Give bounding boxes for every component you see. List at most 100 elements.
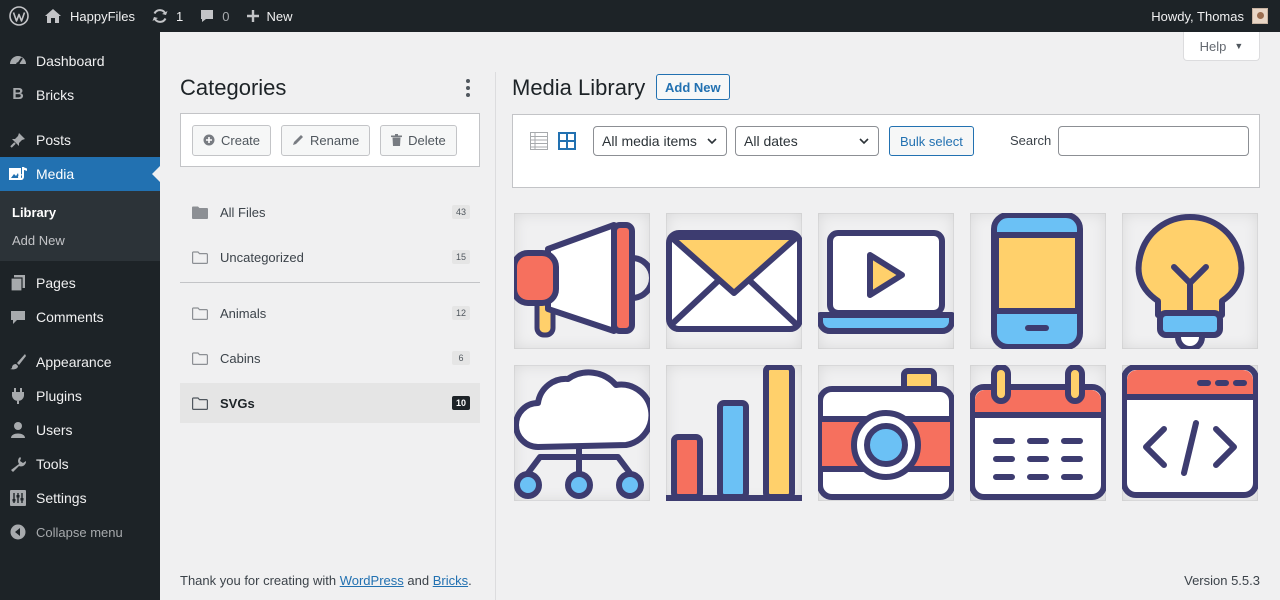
grid-view-icon[interactable]	[558, 132, 576, 153]
category-label: Animals	[220, 305, 267, 321]
rename-category-button[interactable]: Rename	[281, 124, 371, 156]
bulk-select-button[interactable]: Bulk select	[889, 126, 974, 156]
caret-down-icon: ▼	[1234, 41, 1244, 51]
folder-icon	[192, 306, 208, 320]
footer-text: .	[468, 573, 472, 588]
divider	[180, 282, 480, 283]
submenu-library[interactable]: Library	[0, 198, 160, 226]
category-count: 10	[452, 396, 470, 410]
folder-icon	[192, 250, 208, 264]
comments-icon	[8, 307, 28, 327]
settings-icon	[8, 488, 28, 508]
howdy-text: Howdy, Thomas	[1151, 8, 1244, 24]
media-toolbar: All media items All dates Bulk select Se…	[512, 114, 1260, 188]
sidebar-item-comments[interactable]: Comments	[0, 300, 160, 334]
category-cabins[interactable]: Cabins 6	[180, 338, 480, 378]
media-attachment[interactable]	[1122, 365, 1258, 501]
category-actions: Create Rename Delete	[180, 113, 480, 167]
panel-divider	[495, 72, 496, 600]
sidebar-item-plugins[interactable]: Plugins	[0, 379, 160, 413]
sidebar-label: Plugins	[36, 388, 82, 404]
bricks-link[interactable]: Bricks	[433, 573, 468, 588]
my-account-link[interactable]: Howdy, Thomas	[1143, 0, 1280, 32]
sidebar-label: Pages	[36, 275, 76, 291]
chevron-down-icon	[859, 138, 869, 145]
add-new-media-button[interactable]: Add New	[656, 74, 730, 100]
sidebar-item-tools[interactable]: Tools	[0, 447, 160, 481]
media-attachment[interactable]	[666, 365, 802, 501]
wrench-icon	[8, 454, 28, 474]
help-label: Help	[1199, 38, 1227, 54]
category-svgs[interactable]: SVGs 10	[180, 383, 480, 423]
sidebar-item-posts[interactable]: Posts	[0, 123, 160, 157]
media-attachment[interactable]	[1122, 213, 1258, 349]
media-attachment[interactable]	[666, 213, 802, 349]
category-uncategorized[interactable]: Uncategorized 15	[180, 237, 480, 277]
plug-icon	[8, 386, 28, 406]
folder-icon	[192, 351, 208, 365]
updates-link[interactable]: 1	[143, 0, 191, 32]
wordpress-link[interactable]: WordPress	[340, 573, 404, 588]
sidebar-item-users[interactable]: Users	[0, 413, 160, 447]
dashboard-icon	[8, 51, 28, 71]
sidebar-label: Media	[36, 166, 75, 182]
rename-label: Rename	[310, 132, 360, 148]
collapse-label: Collapse menu	[36, 524, 123, 540]
category-all-files[interactable]: All Files 43	[180, 192, 480, 232]
lightbulb-icon	[1135, 214, 1245, 349]
category-count: 12	[452, 306, 470, 320]
version-text: Version 5.5.3	[1184, 573, 1260, 588]
new-content-link[interactable]: New	[238, 0, 301, 32]
sidebar-item-pages[interactable]: Pages	[0, 266, 160, 300]
home-icon	[45, 9, 61, 23]
media-attachment[interactable]	[970, 213, 1106, 349]
pages-icon	[8, 273, 28, 293]
plus-icon	[246, 10, 259, 22]
sidebar-item-dashboard[interactable]: Dashboard	[0, 44, 160, 78]
cloud-network-icon	[514, 369, 650, 499]
media-attachment[interactable]	[970, 365, 1106, 501]
category-animals[interactable]: Animals 12	[180, 293, 480, 333]
wordpress-logo-icon[interactable]	[2, 0, 36, 32]
delete-category-button[interactable]: Delete	[380, 124, 457, 156]
sidebar-item-appearance[interactable]: Appearance	[0, 345, 160, 379]
media-attachment[interactable]	[514, 213, 650, 349]
category-count: 43	[452, 205, 470, 219]
envelope-icon	[666, 230, 802, 332]
category-list: All Files 43 Uncategorized 15 Animals 12…	[180, 192, 480, 428]
comments-link[interactable]: 0	[191, 0, 237, 32]
create-category-button[interactable]: Create	[192, 124, 272, 156]
folder-icon	[192, 396, 208, 410]
date-filter[interactable]: All dates	[735, 126, 879, 156]
code-window-icon	[1122, 365, 1258, 498]
new-label: New	[266, 8, 293, 24]
users-icon	[8, 420, 28, 440]
comment-bubble-icon	[201, 10, 214, 22]
submenu-add-new[interactable]: Add New	[0, 226, 160, 254]
sidebar-item-settings[interactable]: Settings	[0, 481, 160, 515]
sidebar-item-media[interactable]: Media	[0, 157, 160, 191]
sidebar-label: Tools	[36, 456, 69, 472]
sidebar-label: Appearance	[36, 354, 112, 370]
footer-text: and	[403, 573, 433, 588]
site-name-link[interactable]: HappyFiles	[36, 0, 143, 32]
search-input[interactable]	[1058, 126, 1249, 156]
kebab-menu-icon[interactable]	[462, 79, 474, 97]
sidebar-label: Bricks	[36, 87, 75, 103]
media-attachment[interactable]	[818, 213, 954, 349]
category-label: Uncategorized	[220, 249, 304, 265]
media-type-filter[interactable]: All media items	[593, 126, 727, 156]
categories-title: Categories	[180, 75, 287, 100]
collapse-icon	[8, 522, 28, 542]
sidebar-label: Users	[36, 422, 73, 438]
list-view-icon[interactable]	[530, 132, 548, 153]
media-attachment[interactable]	[818, 365, 954, 501]
sidebar-item-bricks[interactable]: B Bricks	[0, 78, 160, 112]
pin-icon	[8, 130, 28, 150]
help-tab-button[interactable]: Help ▼	[1183, 32, 1260, 61]
sidebar-label: Posts	[36, 132, 72, 148]
laptop-video-icon	[818, 230, 954, 334]
collapse-menu-button[interactable]: Collapse menu	[0, 515, 160, 549]
search-label: Search	[1010, 133, 1052, 148]
media-attachment[interactable]	[514, 365, 650, 501]
